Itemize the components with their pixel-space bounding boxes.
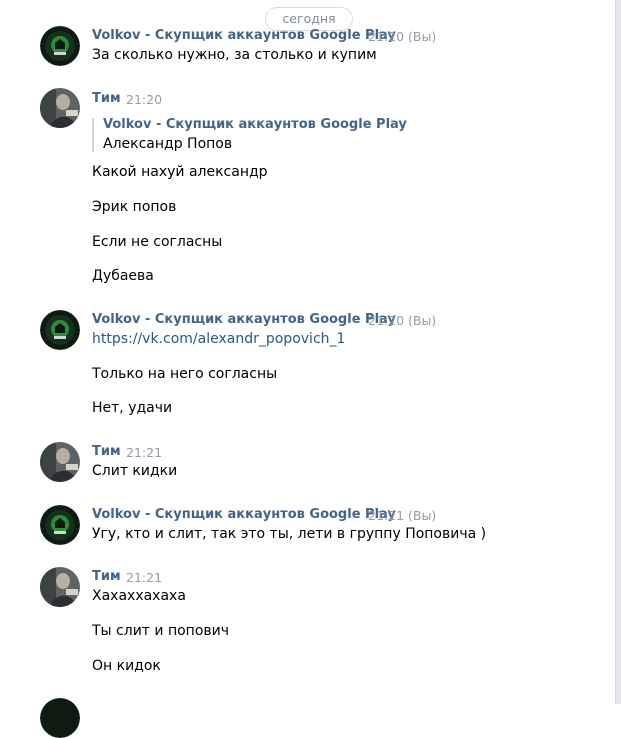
message-text: Нет, удачи <box>92 400 173 416</box>
reply-author[interactable]: Volkov - Скупщик аккаунтов Google Play <box>103 117 407 132</box>
message-time[interactable]: 21:20 <box>126 92 162 107</box>
message-time[interactable]: 21:21 (Вы) <box>368 508 436 523</box>
message-time[interactable]: 21:20 (Вы) <box>368 313 436 328</box>
clipped-previous-message <box>40 0 340 2</box>
sender-name[interactable]: Тим <box>92 91 121 106</box>
scrollbar[interactable] <box>615 0 621 704</box>
message-text: За сколько нужно, за столько и купим <box>92 47 377 63</box>
message-text: Ты слит и попович <box>92 623 230 639</box>
message-text: Эрик попов <box>92 199 177 215</box>
sender-name[interactable]: Volkov - Скупщик аккаунтов Google Play <box>92 507 396 522</box>
message-time[interactable]: 21:21 <box>126 445 162 460</box>
tim-avatar-icon[interactable] <box>40 88 80 128</box>
sender-name[interactable]: Тим <box>92 569 121 584</box>
sender-name[interactable]: Тим <box>92 444 121 459</box>
tim-avatar-icon[interactable] <box>40 567 80 607</box>
volkov-avatar-icon[interactable] <box>40 26 80 66</box>
message-text: Угу, кто и слит, так это ты, лети в груп… <box>92 526 487 542</box>
message-text: Какой нахуй александр <box>92 164 268 180</box>
volkov-avatar-icon[interactable] <box>40 310 80 350</box>
message-text: Если не согласны <box>92 234 223 250</box>
message-time[interactable]: 21:20 (Вы) <box>368 29 436 44</box>
message-text: Слит кидки <box>92 463 178 479</box>
message-text: Только на него согласны <box>92 366 278 382</box>
sender-name[interactable]: Volkov - Скупщик аккаунтов Google Play <box>92 312 396 327</box>
sender-name[interactable]: Volkov - Скупщик аккаунтов Google Play <box>92 28 396 43</box>
message-text: Он кидок <box>92 658 161 674</box>
volkov-avatar-icon[interactable] <box>40 505 80 545</box>
message-text: Дубаева <box>92 268 154 284</box>
volkov-avatar-icon[interactable] <box>40 698 80 738</box>
message-link[interactable]: https://vk.com/alexandr_popovich_1 <box>92 331 345 347</box>
message-time[interactable]: 21:21 <box>126 570 162 585</box>
reply-text[interactable]: Александр Попов <box>103 136 232 152</box>
chat-history[interactable]: сегодня Volkov - Скупщик аккаунтов Googl… <box>0 0 616 738</box>
reply-quote-bar <box>92 118 94 152</box>
tim-avatar-icon[interactable] <box>40 442 80 482</box>
message-text: Хахаххахаха <box>92 588 186 604</box>
